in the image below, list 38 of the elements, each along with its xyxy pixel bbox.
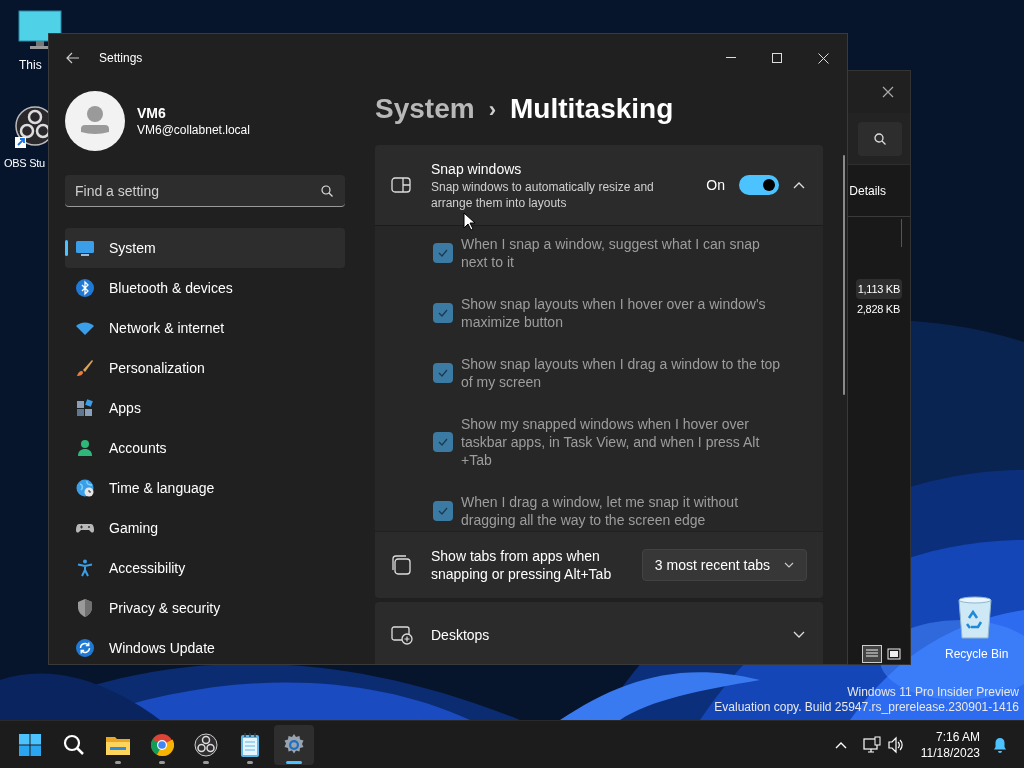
checkbox-label: Show my snapped windows when I hover over taskbar apps, in Task View, and when I press Alt +Tab bbox=[461, 415, 761, 469]
nav-item[interactable]: Windows Update bbox=[65, 628, 345, 664]
nav-item[interactable]: Bluetooth & devices bbox=[65, 268, 345, 308]
breadcrumb-separator: › bbox=[488, 95, 496, 124]
toggle-state-label: On bbox=[706, 175, 725, 195]
nav-item[interactable]: Time & language bbox=[65, 468, 345, 508]
setting-title: Show tabs from apps when snapping or pressing Alt+Tab bbox=[431, 547, 613, 583]
icon-label: This bbox=[19, 57, 42, 73]
checkbox-label: When I snap a window, suggest what I can snap next to it bbox=[461, 235, 761, 271]
icon-label: Recycle Bin bbox=[945, 646, 1009, 662]
breadcrumb-link[interactable]: System bbox=[375, 88, 475, 130]
watermark-text: Windows 11 Pro Insider Preview bbox=[847, 685, 1019, 700]
watermark-text: Evaluation copy. Build 25947.rs_prerelease.230901-1416 bbox=[714, 700, 1019, 715]
setting-description: Snap windows to automatically resize and arrange them into layouts bbox=[431, 179, 655, 211]
nav-item[interactable]: Privacy & security bbox=[65, 588, 345, 628]
nav-item[interactable]: Gaming bbox=[65, 508, 345, 548]
nav-item[interactable]: Accessibility bbox=[65, 548, 345, 588]
checkbox-label: Show snap layouts when I drag a window to the top of my screen bbox=[461, 355, 781, 391]
search-field[interactable]: Find a setting bbox=[65, 175, 345, 207]
page-title: Multitasking bbox=[509, 92, 674, 126]
user-email: VM6@collabnet.local bbox=[137, 122, 250, 138]
window-title: Settings bbox=[99, 50, 143, 67]
nav-item[interactable]: Accounts bbox=[65, 428, 345, 468]
nav-item[interactable]: Apps bbox=[65, 388, 345, 428]
file-size[interactable]: 2,828 KB bbox=[854, 299, 902, 319]
checkbox-label: Show snap layouts when I hover over a window's maximize button bbox=[461, 295, 767, 331]
setting-title: Snap windows bbox=[431, 160, 523, 179]
nav-item[interactable]: Personalization bbox=[65, 348, 345, 388]
nav-item[interactable]: System bbox=[65, 228, 345, 268]
tabs-dropdown[interactable]: 3 most recent tabs bbox=[641, 549, 807, 581]
checkbox-label: When I drag a window, let me snap it without dragging all the way to the screen edge bbox=[461, 493, 740, 529]
details-button[interactable]: Details bbox=[849, 181, 886, 200]
file-size[interactable]: 1,113 KB bbox=[855, 279, 902, 299]
clock[interactable]: 7:16 AM 11/18/2023 bbox=[920, 728, 980, 761]
icon-label: OBS Stu bbox=[4, 156, 45, 171]
nav-item[interactable]: Network & internet bbox=[65, 308, 345, 348]
setting-title: Desktops bbox=[431, 625, 490, 645]
user-name: VM6 bbox=[137, 104, 167, 122]
